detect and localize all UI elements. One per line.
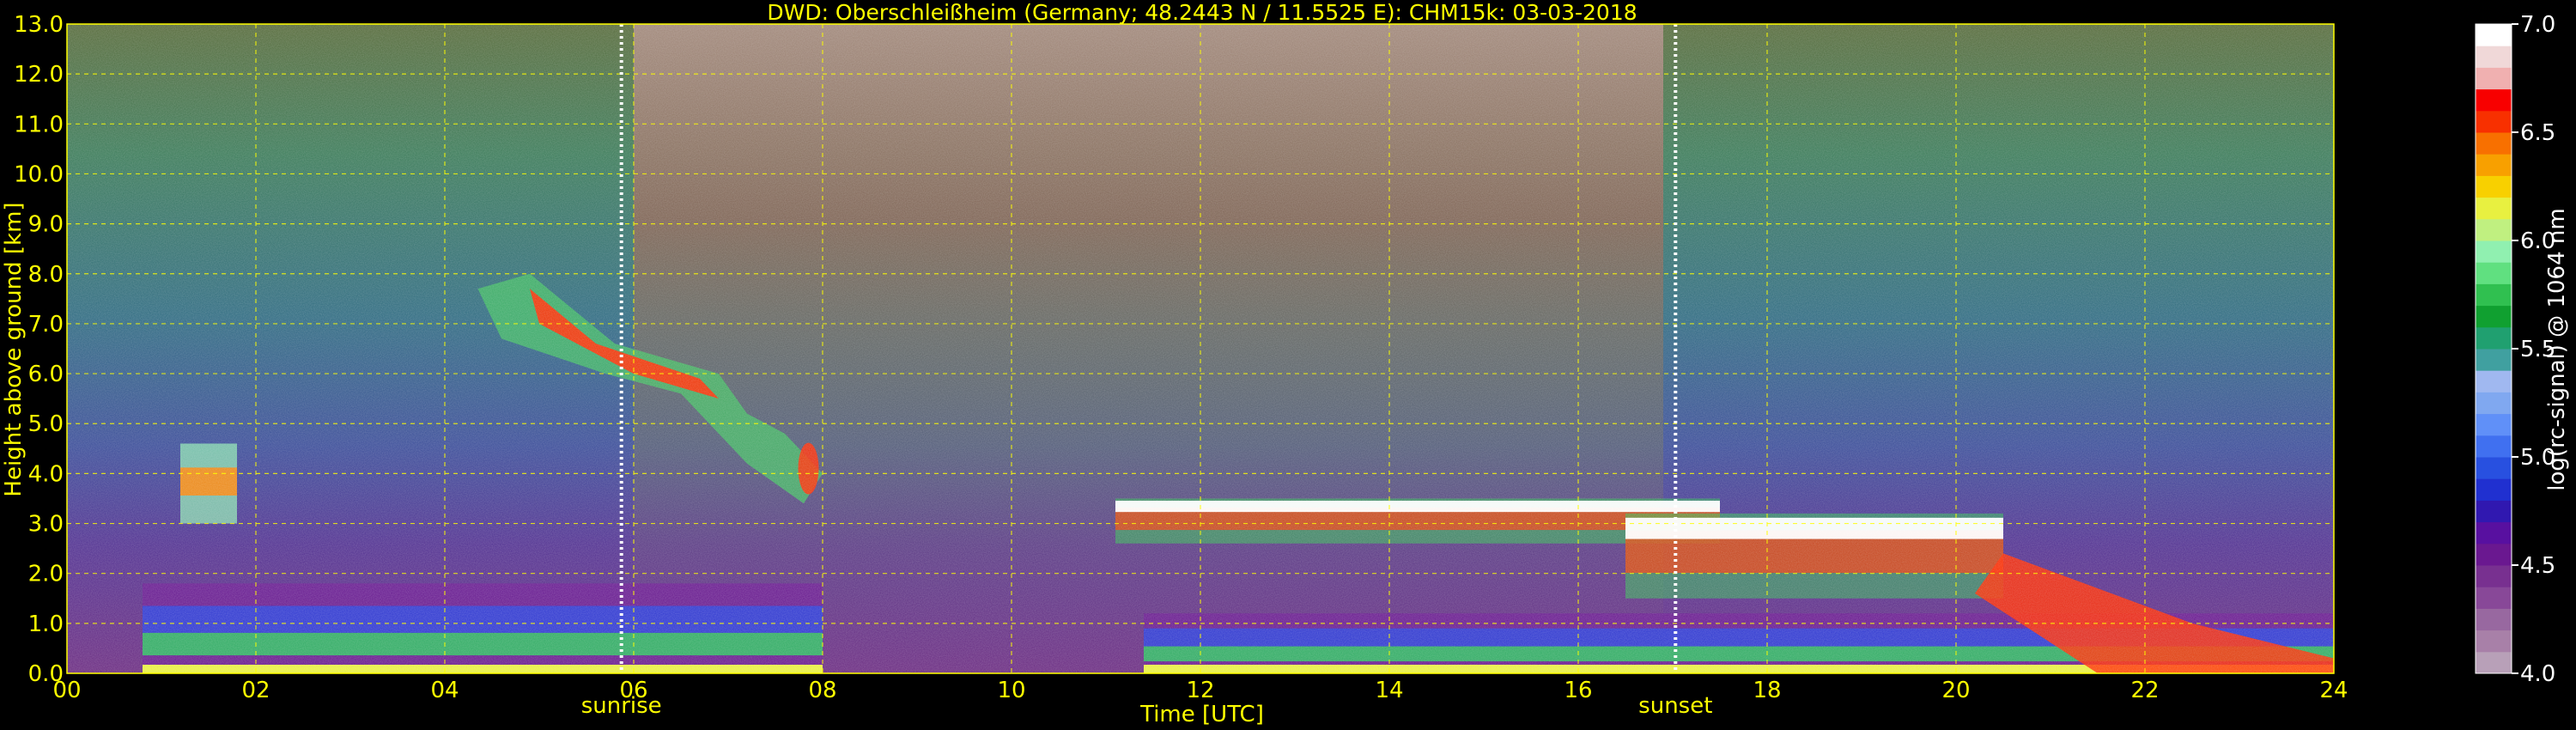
x-tick-label: 02 xyxy=(241,678,270,703)
x-tick-label: 20 xyxy=(1941,678,1970,703)
x-axis-label: Time [UTC] xyxy=(1139,702,1264,727)
colorbar-swatch xyxy=(2476,262,2512,284)
colorbar-swatch xyxy=(2476,651,2512,674)
ceilometer-chart: sunrise sunset 00 02 04 06 08 10 12 14 16 18 20 22 24… xyxy=(1,0,2570,727)
y-tick-label: 3.0 xyxy=(28,512,64,538)
x-tick-label: 06 xyxy=(619,678,647,703)
colorbar-swatch xyxy=(2476,175,2512,198)
y-tick-label: 0.0 xyxy=(28,661,64,687)
x-tick-label: 08 xyxy=(808,678,836,703)
colorbar-swatch xyxy=(2476,88,2512,112)
colorbar-swatch xyxy=(2476,240,2512,263)
colorbar-swatch xyxy=(2476,435,2512,458)
colorbar-swatch xyxy=(2476,478,2512,501)
y-tick-label: 7.0 xyxy=(28,312,64,338)
colorbar-swatch xyxy=(2476,132,2512,155)
colorbar-swatch xyxy=(2476,305,2512,328)
colorbar-swatch xyxy=(2476,46,2512,68)
y-axis-label: Height above ground [km] xyxy=(1,202,27,496)
colorbar-swatch xyxy=(2476,413,2512,436)
colorbar-tick-label: 4.5 xyxy=(2520,553,2555,579)
x-tick-label: 18 xyxy=(1753,678,1781,703)
y-tick-label: 8.0 xyxy=(28,262,64,288)
chart-title: DWD: Oberschleißheim (Germany; 48.2443 N… xyxy=(767,0,1637,25)
colorbar-swatch xyxy=(2476,608,2512,631)
y-tick-label: 13.0 xyxy=(14,12,64,38)
colorbar-swatch xyxy=(2476,283,2512,307)
colorbar-swatch xyxy=(2476,218,2512,241)
colorbar-swatch xyxy=(2476,24,2512,46)
y-tick-label: 1.0 xyxy=(28,611,64,637)
colorbar-swatch xyxy=(2476,67,2512,90)
x-tick-label: 10 xyxy=(997,678,1025,703)
y-tick-label: 12.0 xyxy=(14,62,64,88)
sunset-label: sunset xyxy=(1638,693,1712,719)
colorbar-swatch xyxy=(2476,110,2512,133)
colorbar-swatch xyxy=(2476,565,2512,587)
y-tick-label: 2.0 xyxy=(28,562,64,587)
colorbar-swatch xyxy=(2476,154,2512,176)
colorbar-swatch xyxy=(2476,543,2512,566)
x-tick-label: 14 xyxy=(1375,678,1403,703)
y-tick-label: 11.0 xyxy=(14,112,64,137)
y-tick-label: 5.0 xyxy=(28,411,64,437)
y-tick-label: 9.0 xyxy=(28,212,64,238)
colorbar-swatch xyxy=(2476,521,2512,544)
colorbar-swatch xyxy=(2476,630,2512,653)
colorbar-swatches xyxy=(2475,23,2512,674)
x-tick-label: 04 xyxy=(430,678,459,703)
colorbar-swatch xyxy=(2476,392,2512,415)
colorbar-label: log(rc-signal) @ 1064 nm xyxy=(2544,208,2570,490)
colorbar-tick-label: 4.0 xyxy=(2520,661,2555,687)
x-tick-label: 24 xyxy=(2319,678,2348,703)
colorbar-tick-label: 6.5 xyxy=(2520,120,2555,146)
colorbar-swatch xyxy=(2476,349,2512,371)
colorbar-swatch xyxy=(2476,500,2512,523)
colorbar: 4.04.55.05.56.06.57.0 log(rc-signal) @ 1… xyxy=(2475,12,2570,687)
colorbar-tick-label: 7.0 xyxy=(2520,12,2555,38)
x-tick-label: 22 xyxy=(2130,678,2159,703)
x-tick-label: 12 xyxy=(1186,678,1214,703)
y-tick-label: 10.0 xyxy=(14,161,64,187)
colorbar-swatch xyxy=(2476,587,2512,609)
y-tick-label: 4.0 xyxy=(28,461,64,487)
colorbar-swatch xyxy=(2476,370,2512,392)
colorbar-swatch xyxy=(2476,457,2512,479)
x-tick-label: 16 xyxy=(1564,678,1592,703)
y-tick-label: 6.0 xyxy=(28,362,64,387)
colorbar-swatch xyxy=(2476,326,2512,350)
colorbar-swatch xyxy=(2476,197,2512,220)
